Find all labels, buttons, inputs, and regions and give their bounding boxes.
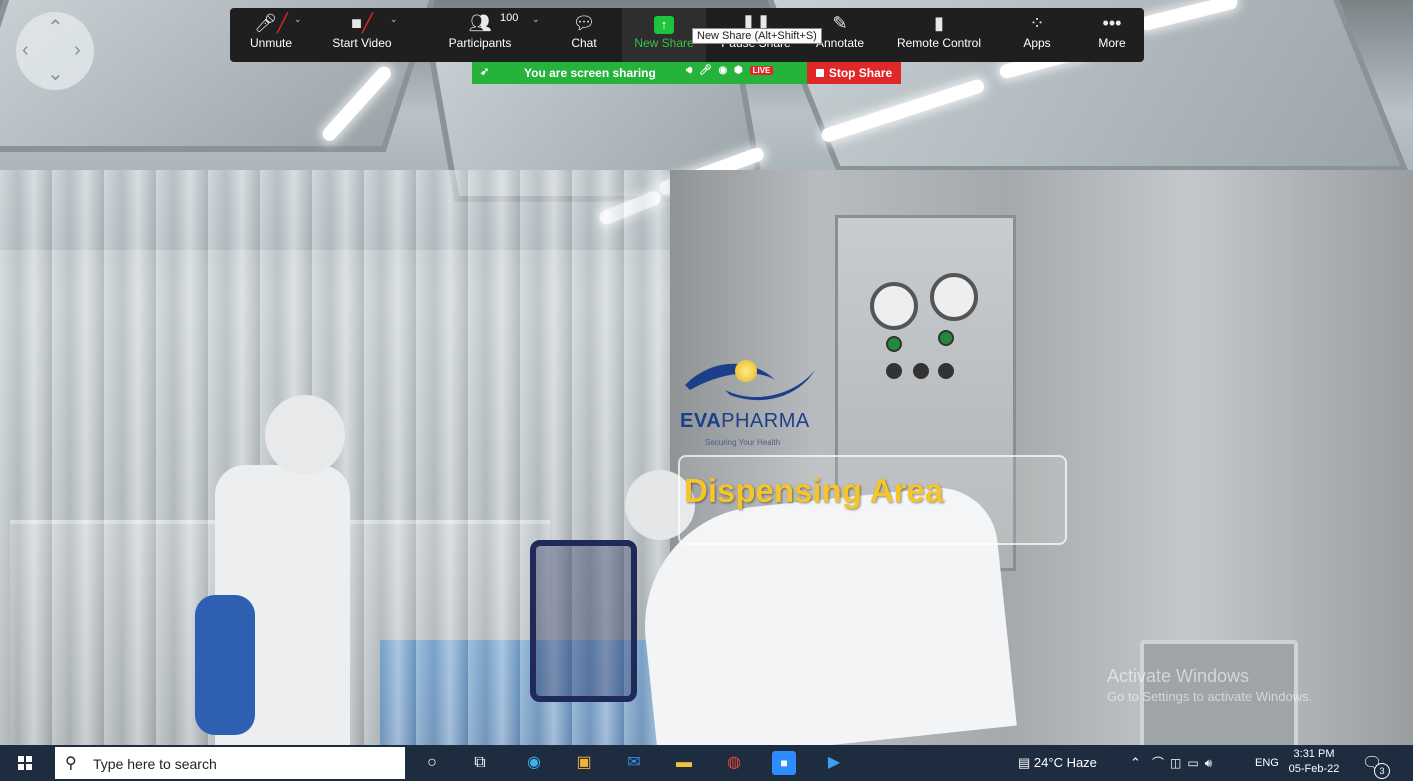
taskbar-search-box[interactable]: ⚲ Type here to search xyxy=(55,747,405,779)
zoom-meeting-toolbar: 🎤︎╱ ⌄ Unmute ■╱ ⌄ Start Video 👥︎ 100 ⌄ P… xyxy=(230,8,1144,62)
chevron-down-icon[interactable]: ⌄ xyxy=(390,14,398,25)
chat-button[interactable]: 💬︎ Chat xyxy=(564,8,604,62)
participants-button[interactable]: 👥︎ 100 ⌄ Participants xyxy=(438,8,540,62)
weather-text: 24°C Haze xyxy=(1033,755,1097,770)
apps-icon: ⁘ xyxy=(1029,13,1045,33)
show-hidden-icons[interactable]: ⌃ xyxy=(1130,745,1141,781)
pan-navigation-control[interactable]: ⌃ ‹ › ⌄ xyxy=(16,12,94,90)
stop-share-button[interactable]: Stop Share xyxy=(807,62,901,84)
logo-tagline: Securing Your Health xyxy=(705,438,781,447)
blue-chair xyxy=(530,540,637,702)
pan-down-icon[interactable]: ⌄ xyxy=(47,64,64,84)
input-language[interactable]: ENG xyxy=(1255,745,1279,781)
start-button[interactable] xyxy=(0,745,48,781)
start-video-button[interactable]: ■╱ ⌄ Start Video xyxy=(320,8,404,62)
windows-taskbar: ⚲ Type here to search ○ ⧉ ◉ ▣ ✉ ▬ ◍ ■ ▶ … xyxy=(0,745,1413,781)
media-app-icon[interactable]: ▶ xyxy=(822,751,846,775)
unmute-button[interactable]: 🎤︎╱ ⌄ Unmute xyxy=(236,8,306,62)
logo-wordmark: EVAPHARMA xyxy=(680,410,810,432)
remote-control-button[interactable]: ▮ Remote Control xyxy=(892,8,986,62)
apps-button[interactable]: ⁘ Apps xyxy=(1020,8,1054,62)
mouse-icon: ▮ xyxy=(934,13,944,33)
task-view-icon[interactable]: ⧉ xyxy=(468,751,492,775)
ellipsis-icon: ••• xyxy=(1102,13,1122,33)
clock-time: 3:31 PM xyxy=(1293,748,1335,760)
windows-activation-watermark: Activate Windows Go to Settings to activ… xyxy=(1107,666,1312,704)
mail-icon[interactable]: ✉ xyxy=(622,751,646,775)
switch-knob xyxy=(913,363,929,379)
sharing-indicator-icons: 🔊︎ 🎤︎ ◉ ⬢ LIVE xyxy=(686,65,774,76)
chevron-down-icon[interactable]: ⌄ xyxy=(532,14,540,25)
area-label: Dispensing Area xyxy=(684,472,944,509)
file-explorer-icon[interactable]: ▬ xyxy=(672,751,696,775)
pressure-gauge xyxy=(930,273,978,321)
live-badge: LIVE xyxy=(749,66,774,75)
pan-left-icon[interactable]: ‹ xyxy=(22,40,29,60)
logo-sun xyxy=(735,360,757,382)
chevron-down-icon[interactable]: ⌄ xyxy=(294,14,302,25)
clock[interactable]: 3:31 PM 05-Feb-22 xyxy=(1287,747,1341,777)
chrome-icon[interactable]: ◍ xyxy=(722,751,746,775)
tray-icons[interactable]: ⌒◫▭🔊︎ xyxy=(1152,745,1218,781)
worker-glove xyxy=(195,595,255,735)
sharing-status[interactable]: ➶ You are screen sharing 🔊︎ 🎤︎ ◉ ⬢ LIVE xyxy=(472,62,807,84)
activation-title: Activate Windows xyxy=(1107,666,1250,686)
indicator-light xyxy=(886,336,902,352)
new-share-tooltip: New Share (Alt+Shift+S) xyxy=(692,28,822,44)
activation-subtitle: Go to Settings to activate Windows. xyxy=(1107,689,1313,704)
zoom-icon[interactable]: ■ xyxy=(772,751,796,775)
notification-count-badge: 3 xyxy=(1374,763,1390,779)
windows-logo-icon xyxy=(18,756,32,770)
weather-widget[interactable]: ▤ 24°C Haze xyxy=(1018,745,1097,781)
search-placeholder: Type here to search xyxy=(93,756,217,772)
switch-knob xyxy=(886,363,902,379)
worker-standing xyxy=(195,395,355,745)
edge-browser-icon[interactable]: ◉ xyxy=(522,751,546,775)
pan-up-icon[interactable]: ⌃ xyxy=(47,18,64,38)
sharing-status-text: You are screen sharing xyxy=(524,66,656,80)
microsoft-store-icon[interactable]: ▣ xyxy=(572,751,596,775)
more-button[interactable]: ••• More xyxy=(1092,8,1132,62)
shared-screen-view: ⌃ ‹ › ⌄ EVAPHARMA Securing Your Health D… xyxy=(0,0,1413,745)
screen-sharing-bar: ➶ You are screen sharing 🔊︎ 🎤︎ ◉ ⬢ LIVE … xyxy=(472,62,901,84)
participants-count: 100 xyxy=(500,12,519,24)
pin-icon[interactable]: ➶ xyxy=(480,65,489,78)
stop-square-icon xyxy=(815,69,824,77)
chat-bubble-icon: 💬︎ xyxy=(572,13,596,33)
pressure-gauge xyxy=(870,282,918,330)
search-icon: ⚲ xyxy=(65,755,77,772)
share-arrow-up-icon: ↑ xyxy=(654,16,674,34)
indicator-light xyxy=(938,330,954,346)
worker-hairnet xyxy=(265,395,345,475)
cortana-icon[interactable]: ○ xyxy=(420,751,444,775)
pan-right-icon[interactable]: › xyxy=(74,40,81,60)
clock-date: 05-Feb-22 xyxy=(1288,763,1340,775)
weather-icon: ▤ xyxy=(1018,755,1034,770)
switch-knob xyxy=(938,363,954,379)
